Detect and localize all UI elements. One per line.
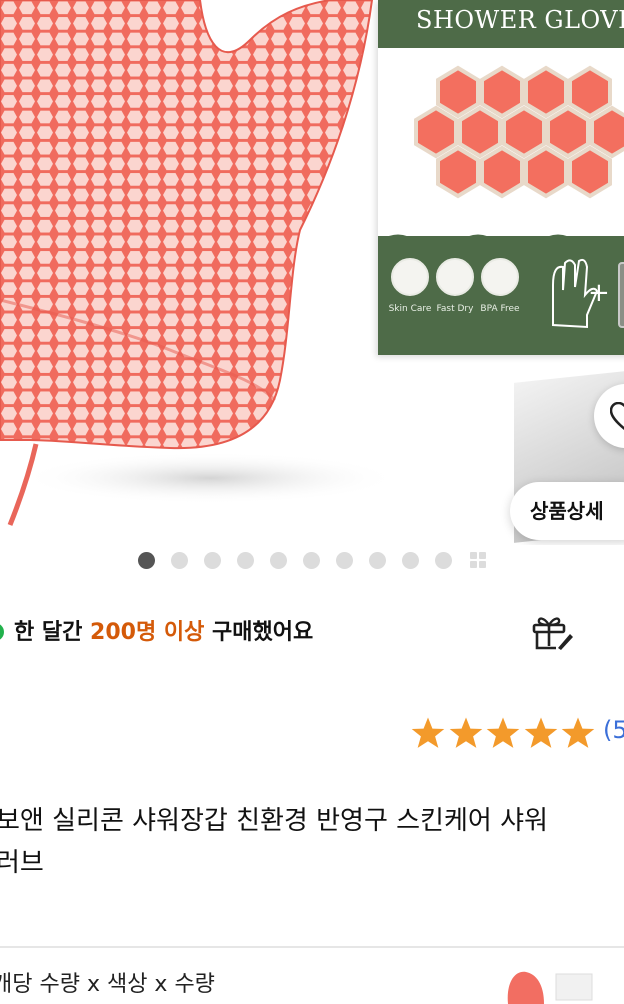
- status-dot-icon: [0, 623, 4, 641]
- star-icon: [486, 717, 520, 748]
- review-count-link[interactable]: (5: [603, 716, 624, 744]
- bpa-free-icon: [481, 258, 519, 296]
- product-title-line: 러브: [0, 848, 44, 878]
- product-detail-button[interactable]: 상품상세: [510, 482, 624, 540]
- product-image-carousel[interactable]: SHOWER GLOVE Skin Care Fast Dry BPA Free…: [0, 0, 624, 545]
- box-title: SHOWER GLOVE: [416, 6, 624, 34]
- carousel-indicator: [138, 551, 486, 569]
- purchase-highlight: 200명 이상: [90, 620, 205, 645]
- product-title: 보앤 실리콘 샤워장갑 친환경 반영구 스킨케어 샤워 러브: [0, 800, 624, 884]
- carousel-dot[interactable]: [303, 551, 320, 569]
- feature-label: BPA Free: [480, 304, 520, 314]
- gift-icon[interactable]: [530, 612, 574, 652]
- carousel-dot[interactable]: [171, 551, 188, 569]
- product-title-line: 보앤 실리콘 샤워장갑 친환경 반영구 스킨케어 샤워: [0, 806, 548, 836]
- glove-image: [0, 0, 400, 526]
- carousel-dot[interactable]: [402, 551, 419, 569]
- divider: [0, 946, 624, 948]
- purchase-prefix: 한 달간: [14, 620, 91, 645]
- heart-icon: [610, 402, 624, 430]
- carousel-dot[interactable]: [435, 551, 452, 569]
- carousel-dot[interactable]: [138, 551, 155, 569]
- purchase-suffix: 구매했어요: [204, 620, 314, 645]
- option-selector-label[interactable]: 개당 수량 x 색상 x 수량: [0, 966, 215, 998]
- purchase-count-text: 한 달간 200명 이상 구매했어요: [14, 614, 313, 646]
- star-icon: [411, 717, 445, 748]
- carousel-dot[interactable]: [237, 551, 254, 569]
- carousel-dot[interactable]: [336, 551, 353, 569]
- star-icon: [524, 717, 557, 748]
- feature-label: Skin Care: [388, 304, 432, 314]
- plate-outline: [618, 262, 624, 328]
- fast-dry-icon: [436, 258, 474, 296]
- skin-care-icon: [391, 258, 429, 296]
- feature-bpa-free: BPA Free: [478, 258, 522, 315]
- star-icon: [561, 717, 595, 748]
- feature-label: Fast Dry: [436, 304, 474, 314]
- carousel-dot[interactable]: [369, 551, 386, 569]
- option-thumbnail-image: [507, 971, 593, 1004]
- feature-fast-dry: Fast Dry: [433, 258, 477, 315]
- star-icon: [449, 717, 482, 748]
- rating-stars[interactable]: [410, 716, 598, 750]
- grid-view-icon[interactable]: [470, 552, 486, 568]
- product-box: SHOWER GLOVE Skin Care Fast Dry BPA Free…: [378, 0, 624, 355]
- carousel-dot[interactable]: [204, 551, 221, 569]
- carousel-dot[interactable]: [270, 551, 287, 569]
- feature-skin-care: Skin Care: [388, 258, 432, 315]
- plus-sign: +: [588, 278, 610, 308]
